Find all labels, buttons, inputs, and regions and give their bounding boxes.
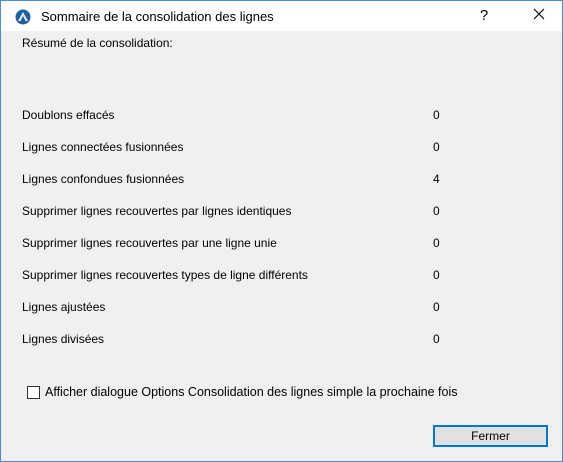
- summary-row: Lignes ajustées 0: [22, 300, 452, 316]
- summary-heading: Résumé de la consolidation:: [22, 36, 173, 50]
- close-button[interactable]: [516, 1, 562, 31]
- row-value: 0: [433, 204, 440, 218]
- summary-row: Lignes divisées 0: [22, 332, 452, 348]
- close-icon: [533, 7, 545, 25]
- row-value: 4: [433, 172, 440, 186]
- row-value: 0: [433, 140, 440, 154]
- row-label: Supprimer lignes recouvertes par une lig…: [22, 236, 277, 250]
- show-dialog-label[interactable]: Afficher dialogue Options Consolidation …: [45, 385, 458, 399]
- row-label: Supprimer lignes recouvertes types de li…: [22, 268, 308, 282]
- show-dialog-option[interactable]: Afficher dialogue Options Consolidation …: [27, 384, 458, 400]
- row-label: Lignes ajustées: [22, 300, 106, 314]
- row-value: 0: [433, 268, 440, 282]
- summary-row: Lignes connectées fusionnées 0: [22, 140, 452, 156]
- row-value: 0: [433, 300, 440, 314]
- row-value: 0: [433, 108, 440, 122]
- row-label: Lignes divisées: [22, 332, 105, 346]
- summary-row: Doublons effacés 0: [22, 108, 452, 124]
- row-value: 0: [433, 332, 440, 346]
- help-button[interactable]: ?: [467, 1, 501, 31]
- row-label: Supprimer lignes recouvertes par lignes …: [22, 204, 292, 218]
- summary-row: Supprimer lignes recouvertes par lignes …: [22, 204, 452, 220]
- row-label: Lignes connectées fusionnées: [22, 140, 184, 154]
- archicad-icon: [15, 9, 31, 25]
- window-title: Sommaire de la consolidation des lignes: [41, 9, 274, 24]
- show-dialog-checkbox[interactable]: [27, 385, 40, 399]
- row-label: Lignes confondues fusionnées: [22, 172, 185, 186]
- fermer-button[interactable]: Fermer: [433, 425, 548, 447]
- row-label: Doublons effacés: [22, 108, 115, 122]
- row-value: 0: [433, 236, 440, 250]
- summary-row: Supprimer lignes recouvertes par une lig…: [22, 236, 452, 252]
- summary-row: Lignes confondues fusionnées 4: [22, 172, 452, 188]
- summary-row: Supprimer lignes recouvertes types de li…: [22, 268, 452, 284]
- title-bar[interactable]: Sommaire de la consolidation des lignes …: [1, 1, 562, 31]
